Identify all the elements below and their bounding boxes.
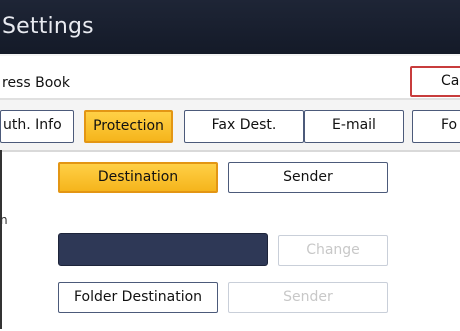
- tab-email[interactable]: E-mail: [304, 110, 404, 143]
- page-title: Settings: [2, 14, 94, 39]
- cancel-button[interactable]: Ca: [410, 66, 460, 97]
- destination-button[interactable]: Destination: [58, 162, 218, 193]
- sender-button[interactable]: Sender: [228, 162, 388, 193]
- panel-left-border: [0, 150, 2, 329]
- side-label-fragment: n: [0, 213, 8, 227]
- folder-destination-button[interactable]: Folder Destination: [58, 282, 218, 313]
- tab-protection[interactable]: Protection: [84, 110, 173, 143]
- tab-folder[interactable]: Fo: [412, 110, 460, 143]
- change-button[interactable]: Change: [278, 235, 388, 266]
- sender-button-2[interactable]: Sender: [228, 282, 388, 313]
- tab-fax-dest[interactable]: Fax Dest.: [184, 110, 304, 143]
- tab-auth-info[interactable]: uth. Info: [0, 110, 74, 143]
- protect-file-field: [58, 233, 268, 266]
- address-book-label: ress Book: [2, 75, 70, 91]
